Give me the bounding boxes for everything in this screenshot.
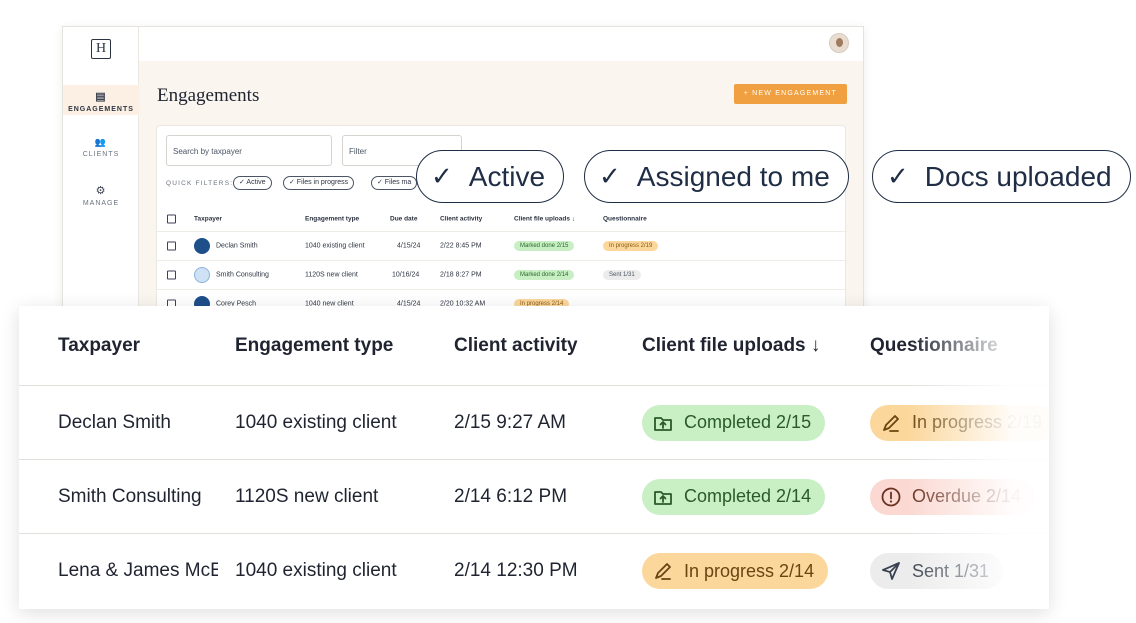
table-header: Taxpayer Engagement type Due date Client… (157, 206, 847, 232)
upload-folder-icon (652, 486, 674, 508)
taxpayer-cell[interactable]: Declan Smith (58, 412, 171, 434)
gear-icon: ⚙ (95, 185, 107, 197)
quick-filter-files-in-progress[interactable]: ✓ Files in progress (283, 176, 355, 190)
activity-cell: 2/14 12:30 PM (454, 560, 578, 581)
zoomed-table: Taxpayer Engagement type Client activity… (19, 306, 1049, 609)
pen-icon (880, 412, 902, 434)
filter-chip-assigned-to-me[interactable]: ✓ Assigned to me (584, 150, 849, 203)
sidebar-item-label: CLIENTS (82, 151, 120, 158)
column-header[interactable]: Questionnaire (870, 335, 998, 357)
check-icon: ✓ (887, 161, 909, 191)
sidebar-item-label: MANAGE (82, 200, 120, 207)
column-header[interactable]: Client activity (440, 215, 482, 222)
sidebar-item-label: ENGAGEMENTS (68, 106, 134, 113)
chip-label: Docs uploaded (924, 160, 1112, 192)
uploads-status-badge: Completed 2/14 (642, 478, 826, 515)
row-checkbox[interactable] (167, 241, 176, 251)
type-cell: 1120S new client (305, 271, 358, 279)
activity-cell: 2/18 8:27 PM (440, 271, 482, 279)
column-header[interactable]: Due date (390, 215, 417, 222)
due-cell: 10/16/24 (392, 271, 420, 279)
due-cell: 4/15/24 (397, 242, 421, 250)
type-cell: 1120S new client (235, 485, 379, 507)
column-header[interactable]: Engagement type (235, 335, 393, 357)
column-header[interactable]: Client file uploads ↓ (642, 335, 820, 357)
check-icon: ✓ (599, 161, 621, 191)
badge-label: In progress 2/14 (684, 560, 815, 581)
taxpayer-cell[interactable]: Lena & James McE (58, 560, 218, 582)
list-icon: ▤ (95, 91, 107, 103)
badge-label: Completed 2/14 (684, 486, 812, 506)
sidebar-item-clients[interactable]: 👥 CLIENTS (63, 137, 139, 158)
engagements-table: Taxpayer Engagement type Due date Client… (157, 206, 847, 315)
badge-label: In progress 2/19 (912, 412, 1043, 432)
column-header[interactable]: Engagement type (305, 215, 359, 222)
person-avatar-icon (194, 238, 210, 254)
search-input[interactable]: Search by taxpayer (166, 135, 332, 166)
type-cell: 1040 existing client (305, 242, 365, 250)
avatar[interactable] (829, 33, 849, 53)
topbar (139, 27, 863, 61)
column-header[interactable]: Client file uploads ↓ (514, 215, 575, 222)
quick-filter-files-marked[interactable]: ✓ Files ma (371, 176, 418, 190)
page-title: Engagements (157, 85, 260, 106)
table-row[interactable]: Lena & James McE 1040 existing client 2/… (19, 534, 1049, 608)
quick-filter-active[interactable]: ✓ Active (233, 176, 272, 190)
users-icon: 👥 (94, 137, 108, 147)
table-row[interactable]: Smith Consulting 1120S new client 10/16/… (157, 261, 847, 290)
taxpayer-cell[interactable]: Smith Consulting (216, 272, 269, 279)
badge-label: Sent 1/31 (912, 560, 990, 581)
uploads-status-badge: In progress 2/14 (642, 553, 829, 589)
business-avatar-icon (194, 267, 210, 283)
upload-folder-icon (652, 412, 674, 434)
table-row[interactable]: Smith Consulting 1120S new client 2/14 6… (19, 460, 1049, 534)
badge-label: Completed 2/15 (684, 412, 812, 432)
check-icon: ✓ (431, 161, 453, 191)
chip-label: Active (468, 160, 546, 192)
pen-icon (652, 560, 674, 582)
activity-cell: 2/14 6:12 PM (454, 485, 568, 507)
filter-chip-active[interactable]: ✓ Active (416, 150, 565, 203)
row-checkbox[interactable] (167, 270, 176, 280)
badge-label: Overdue 2/14 (912, 486, 1022, 506)
filter-chip-docs-uploaded[interactable]: ✓ Docs uploaded (872, 150, 1131, 203)
stage: H ▤ ENGAGEMENTS 👥 CLIENTS ⚙ MANAGE Engag… (0, 0, 1136, 623)
uploads-status-badge: Completed 2/15 (642, 404, 826, 441)
questionnaire-status-badge: Overdue 2/14 (870, 478, 1036, 515)
alert-circle-icon (880, 486, 902, 508)
logo: H (91, 39, 111, 59)
questionnaire-status-badge: In progress 2/19 (870, 404, 1049, 441)
table-row[interactable]: Declan Smith 1040 existing client 2/15 9… (19, 386, 1049, 460)
type-cell: 1040 existing client (235, 411, 397, 433)
quick-filters-label: QUICK FILTERS: (166, 180, 234, 187)
taxpayer-cell[interactable]: Smith Consulting (58, 486, 202, 508)
sidebar-item-manage[interactable]: ⚙ MANAGE (63, 184, 139, 207)
table-row[interactable]: Declan Smith 1040 existing client 4/15/2… (157, 232, 847, 261)
questionnaire-status-badge: In progress 2/19 (603, 241, 659, 251)
sidebar: H ▤ ENGAGEMENTS 👥 CLIENTS ⚙ MANAGE (63, 27, 139, 315)
questionnaire-status-badge: Sent 1/31 (870, 553, 1004, 589)
activity-cell: 2/22 8:45 PM (440, 242, 482, 250)
sidebar-item-engagements[interactable]: ▤ ENGAGEMENTS (63, 85, 139, 115)
select-all-checkbox[interactable] (167, 214, 176, 223)
column-header[interactable]: Taxpayer (194, 215, 222, 222)
send-icon (880, 560, 902, 582)
chip-label: Assigned to me (636, 160, 830, 192)
column-header[interactable]: Taxpayer (58, 335, 140, 357)
questionnaire-status-badge: Sent 1/31 (603, 270, 641, 280)
column-header[interactable]: Questionnaire (603, 215, 647, 222)
activity-cell: 2/15 9:27 AM (454, 411, 566, 433)
column-header[interactable]: Client activity (454, 335, 578, 357)
uploads-status-badge: Marked done 2/14 (514, 270, 575, 280)
uploads-status-badge: Marked done 2/15 (514, 241, 575, 251)
type-cell: 1040 existing client (235, 560, 397, 581)
new-engagement-button[interactable]: + NEW ENGAGEMENT (733, 84, 847, 104)
table-header: Taxpayer Engagement type Client activity… (19, 306, 1049, 386)
taxpayer-cell[interactable]: Declan Smith (216, 243, 258, 250)
